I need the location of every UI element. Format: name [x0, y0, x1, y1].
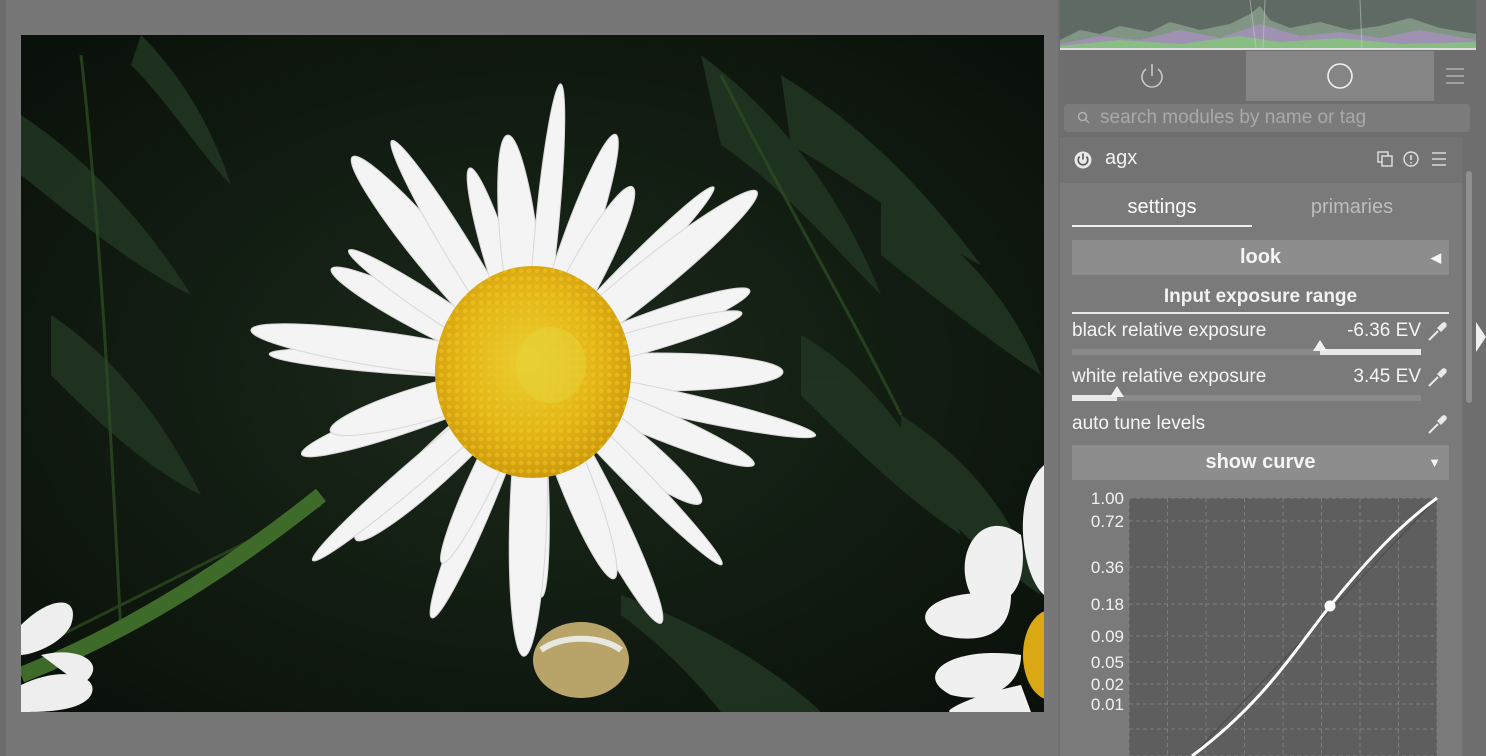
slider-value: 3.45 EV [1353, 366, 1421, 387]
auto-tune-label: auto tune levels [1072, 413, 1206, 434]
search-icon [1077, 111, 1090, 124]
curve-y-tick-label: 0.05 [1091, 653, 1124, 672]
curve-y-tick-label: 0.01 [1091, 695, 1124, 714]
histogram-graph [1060, 0, 1476, 48]
collapse-left-arrow-icon: ◀ [1431, 250, 1441, 265]
curve-pivot-point [1324, 600, 1336, 612]
module-scrollbar[interactable] [1465, 137, 1473, 756]
hamburger-icon [1446, 68, 1464, 84]
slider-label: black relative exposure [1072, 320, 1267, 341]
white-relative-exposure-slider[interactable]: white relative exposure 3.45 EV [1072, 366, 1449, 410]
histogram[interactable] [1060, 0, 1476, 50]
input-exposure-range-heading: Input exposure range [1072, 286, 1449, 314]
module-group-tabs [1058, 51, 1476, 101]
look-section-toggle[interactable]: look ◀ [1072, 240, 1449, 275]
daisy-photo [21, 35, 1044, 712]
black-relative-exposure-slider[interactable]: black relative exposure -6.36 EV [1072, 320, 1449, 364]
curve-y-tick-label: 0.36 [1091, 558, 1124, 577]
module-header[interactable]: agx [1060, 137, 1462, 183]
right-panel: agx settings primaries look ◀ [1058, 0, 1486, 756]
multi-instance-icon[interactable] [1376, 150, 1394, 168]
search-input[interactable] [1100, 107, 1460, 129]
reset-icon[interactable] [1402, 150, 1420, 168]
curve-y-tick-label: 0.72 [1091, 512, 1124, 531]
curve-plot: 1.00 0.72 0.36 0.18 0.09 0.05 0.020.01 [1091, 489, 1438, 756]
center-view [0, 0, 1058, 756]
tab-module-group[interactable] [1246, 51, 1434, 101]
module-search-box[interactable] [1064, 104, 1470, 132]
circle-icon [1327, 63, 1353, 89]
tab-settings[interactable]: settings [1072, 189, 1252, 227]
module-name: agx [1105, 147, 1138, 169]
slider-fill [1319, 349, 1421, 355]
slider-handle[interactable] [1110, 386, 1125, 397]
scrollbar-thumb[interactable] [1466, 171, 1472, 403]
color-picker-icon[interactable] [1425, 413, 1449, 437]
slider-handle[interactable] [1312, 340, 1327, 351]
slider-label: white relative exposure [1072, 366, 1267, 387]
slider-track[interactable] [1072, 340, 1421, 355]
module-tabs: settings primaries [1072, 189, 1450, 229]
curve-y-tick-label: 1.00 [1091, 489, 1124, 508]
curve-y-tick-label: 0.02 [1091, 675, 1124, 694]
left-panel-edge[interactable] [0, 0, 6, 756]
look-section-label: look [1239, 246, 1282, 268]
expand-down-arrow-icon: ▼ [1428, 455, 1441, 470]
curve-y-tick-label: 0.18 [1091, 595, 1124, 614]
presets-icon[interactable] [1430, 150, 1448, 168]
tab-active-modules[interactable] [1058, 51, 1246, 101]
collapse-right-panel-arrow-icon[interactable] [1476, 322, 1486, 352]
agx-module: agx settings primaries look ◀ Input expo… [1060, 137, 1462, 756]
tab-primaries[interactable]: primaries [1262, 189, 1442, 225]
slider-value: -6.36 EV [1347, 320, 1421, 341]
curve-y-tick-label: 0.09 [1091, 627, 1124, 646]
slider-track[interactable] [1072, 386, 1421, 401]
tab-presets-menu[interactable] [1434, 51, 1476, 101]
color-picker-icon[interactable] [1425, 366, 1449, 390]
show-curve-label: show curve [1205, 451, 1316, 473]
show-curve-toggle[interactable]: show curve ▼ [1072, 445, 1449, 480]
power-icon[interactable] [1073, 150, 1093, 170]
power-icon [1141, 64, 1163, 88]
image-preview[interactable] [21, 35, 1044, 712]
color-picker-icon[interactable] [1425, 320, 1449, 344]
curve-graph[interactable]: 1.00 0.72 0.36 0.18 0.09 0.05 0.02 0.01 [1072, 484, 1449, 756]
